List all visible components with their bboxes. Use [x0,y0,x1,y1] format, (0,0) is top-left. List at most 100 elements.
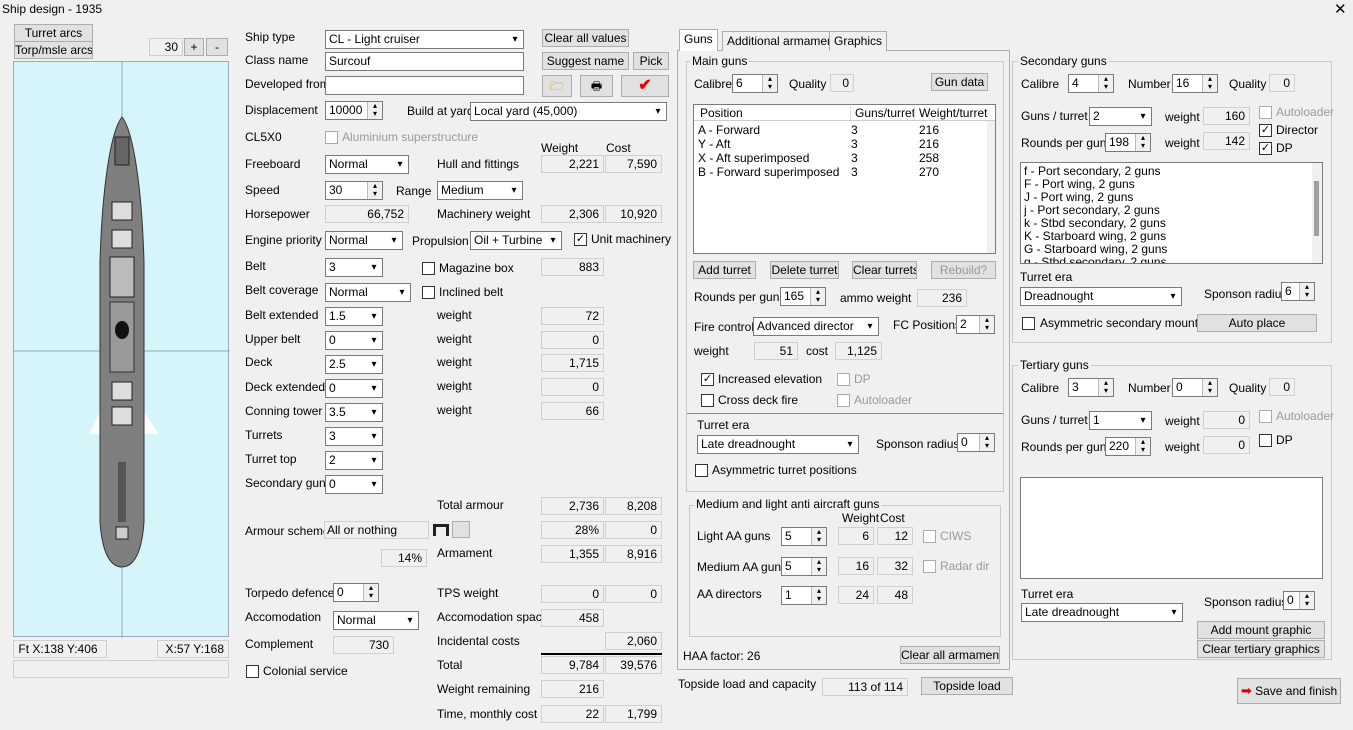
deck-select[interactable]: 2.5 [325,355,383,374]
add-mount-graphic-button[interactable]: Add mount graphic [1197,621,1325,639]
asym-turret-checkbox[interactable] [695,464,708,477]
pick-button[interactable]: Pick [633,52,669,70]
main-calibre-input[interactable]: 6 [732,74,778,93]
list-item[interactable]: J - Port wing, 2 guns [1024,190,1133,204]
ter-sponson-input[interactable]: 0 [1283,591,1315,610]
list-item[interactable]: g - Stbd secondary, 2 guns [1024,255,1167,263]
developed-from-input[interactable] [325,76,524,95]
armour-scheme-button[interactable] [452,521,470,538]
sec-dp-checkbox[interactable]: ✓ [1259,142,1272,155]
propulsion-select[interactable]: Oil + Turbine [470,231,562,250]
asym-sec-checkbox[interactable] [1022,317,1035,330]
sec-guns-turret-select[interactable]: 2 [1089,107,1152,126]
zoom-out-button[interactable]: - [206,38,228,56]
delete-turret-button[interactable]: Delete turret [770,261,839,279]
list-item[interactable]: j - Port secondary, 2 guns [1024,203,1160,217]
magazine-box-checkbox[interactable] [422,262,435,275]
print-button[interactable]: 🖶 [580,75,613,97]
main-turret-era-select[interactable]: Late dreadnought [697,435,859,454]
ter-autoloader-checkbox[interactable] [1259,410,1272,423]
main-dp-checkbox[interactable] [837,373,850,386]
sec-calibre-input[interactable]: 4 [1068,74,1114,93]
colonial-service-checkbox[interactable] [246,665,259,678]
tab-additional-armament[interactable]: Additional armament [722,31,843,51]
sec-number-input[interactable]: 16 [1172,74,1218,93]
main-sponson-input[interactable]: 0 [957,433,995,452]
yard-select[interactable]: Local yard (45,000) [470,102,667,121]
list-scrollbar[interactable] [1312,163,1322,263]
ter-rounds-input[interactable]: 220 [1105,437,1151,456]
light-aa-input[interactable]: 5 [781,527,827,546]
rebuild-button[interactable]: Rebuild? [931,261,996,279]
conning-tower-select[interactable]: 3.5 [325,403,383,422]
sec-rounds-input[interactable]: 198 [1105,133,1151,152]
main-autoloader-checkbox[interactable] [837,394,850,407]
torpedo-defence-input[interactable]: 0 [333,583,379,602]
class-name-input[interactable]: Surcouf [325,52,524,71]
clear-tertiary-graphics-button[interactable]: Clear tertiary graphics [1197,640,1325,658]
range-select[interactable]: Medium [437,181,523,200]
cross-deck-checkbox[interactable] [701,394,714,407]
aa-directors-input[interactable]: 1 [781,586,827,605]
accept-button[interactable]: ✔ [621,75,669,97]
ter-calibre-input[interactable]: 3 [1068,378,1114,397]
clear-turrets-button[interactable]: Clear turrets [852,261,917,279]
rounds-per-gun-input[interactable]: 165 [780,287,826,306]
speed-input[interactable]: 30 [325,181,383,200]
fc-positions-input[interactable]: 2 [956,315,995,334]
tab-graphics[interactable]: Graphics [829,31,888,51]
table-scrollbar[interactable] [987,121,995,253]
list-item[interactable]: F - Port wing, 2 guns [1024,177,1135,191]
sec-turret-era-select[interactable]: Dreadnought [1020,287,1182,306]
gun-data-button[interactable]: Gun data [931,73,988,91]
clear-all-values-button[interactable]: Clear all values [542,29,629,47]
turrets-select[interactable]: 3 [325,427,383,446]
ter-turret-era-select[interactable]: Late dreadnought [1021,603,1183,622]
save-and-finish-button[interactable]: ➡ Save and finish [1237,678,1341,704]
increased-elevation-checkbox[interactable]: ✓ [701,373,714,386]
belt-extended-select[interactable]: 1.5 [325,307,383,326]
ter-number-input[interactable]: 0 [1172,378,1218,397]
list-item[interactable]: k - Stbd secondary, 2 guns [1024,216,1166,230]
clear-all-armament-button[interactable]: Clear all armament [900,646,1000,664]
main-guns-table[interactable]: Position Guns/turret Weight/turret A - F… [693,104,996,254]
table-row[interactable]: X - Aft superimposed 3 258 [694,151,984,165]
zoom-in-button[interactable]: + [184,38,204,56]
turret-top-select[interactable]: 2 [325,451,383,470]
deck-extended-select[interactable]: 0 [325,379,383,398]
director-checkbox[interactable]: ✓ [1259,124,1272,137]
ter-guns-turret-select[interactable]: 1 [1089,411,1152,430]
list-item[interactable]: K - Starboard wing, 2 guns [1024,229,1166,243]
add-turret-button[interactable]: Add turret [693,261,756,279]
aluminium-checkbox[interactable] [325,131,338,144]
belt-select[interactable]: 3 [325,258,383,277]
radar-dir-checkbox[interactable] [923,560,936,573]
turret-arcs-button[interactable]: Turret arcs [14,24,93,42]
tab-guns[interactable]: Guns [679,29,718,51]
sec-mount-list[interactable]: f - Port secondary, 2 guns F - Port wing… [1020,162,1323,264]
ter-mount-list[interactable] [1020,477,1323,579]
suggest-name-button[interactable]: Suggest name [542,52,629,70]
open-folder-button[interactable]: 🗁 [542,75,572,97]
upper-belt-select[interactable]: 0 [325,331,383,350]
sec-autoloader-checkbox[interactable] [1259,106,1272,119]
sec-sponson-input[interactable]: 6 [1281,282,1315,301]
close-icon[interactable]: ✕ [1334,0,1347,18]
displacement-input[interactable]: 10000 [325,101,383,120]
ter-dp-checkbox[interactable] [1259,434,1272,447]
col-position[interactable]: Position [700,106,743,120]
table-row[interactable]: A - Forward 3 216 [694,123,984,137]
accomodation-select[interactable]: Normal [333,611,419,630]
topside-load-button[interactable]: Topside load [921,677,1013,695]
table-row[interactable]: Y - Aft 3 216 [694,137,984,151]
ship-type-select[interactable]: CL - Light cruiser [325,30,524,49]
medium-aa-input[interactable]: 5 [781,557,827,576]
torp-arcs-button[interactable]: Torp/msle arcs [14,41,93,59]
engine-priority-select[interactable]: Normal [325,231,403,250]
ciws-checkbox[interactable] [923,530,936,543]
col-weight-turret[interactable]: Weight/turret [914,106,987,120]
auto-place-button[interactable]: Auto place [1197,314,1317,332]
unit-machinery-checkbox[interactable]: ✓ [574,233,587,246]
col-guns-turret[interactable]: Guns/turret [850,106,915,120]
table-row[interactable]: B - Forward superimposed 3 270 [694,165,984,179]
